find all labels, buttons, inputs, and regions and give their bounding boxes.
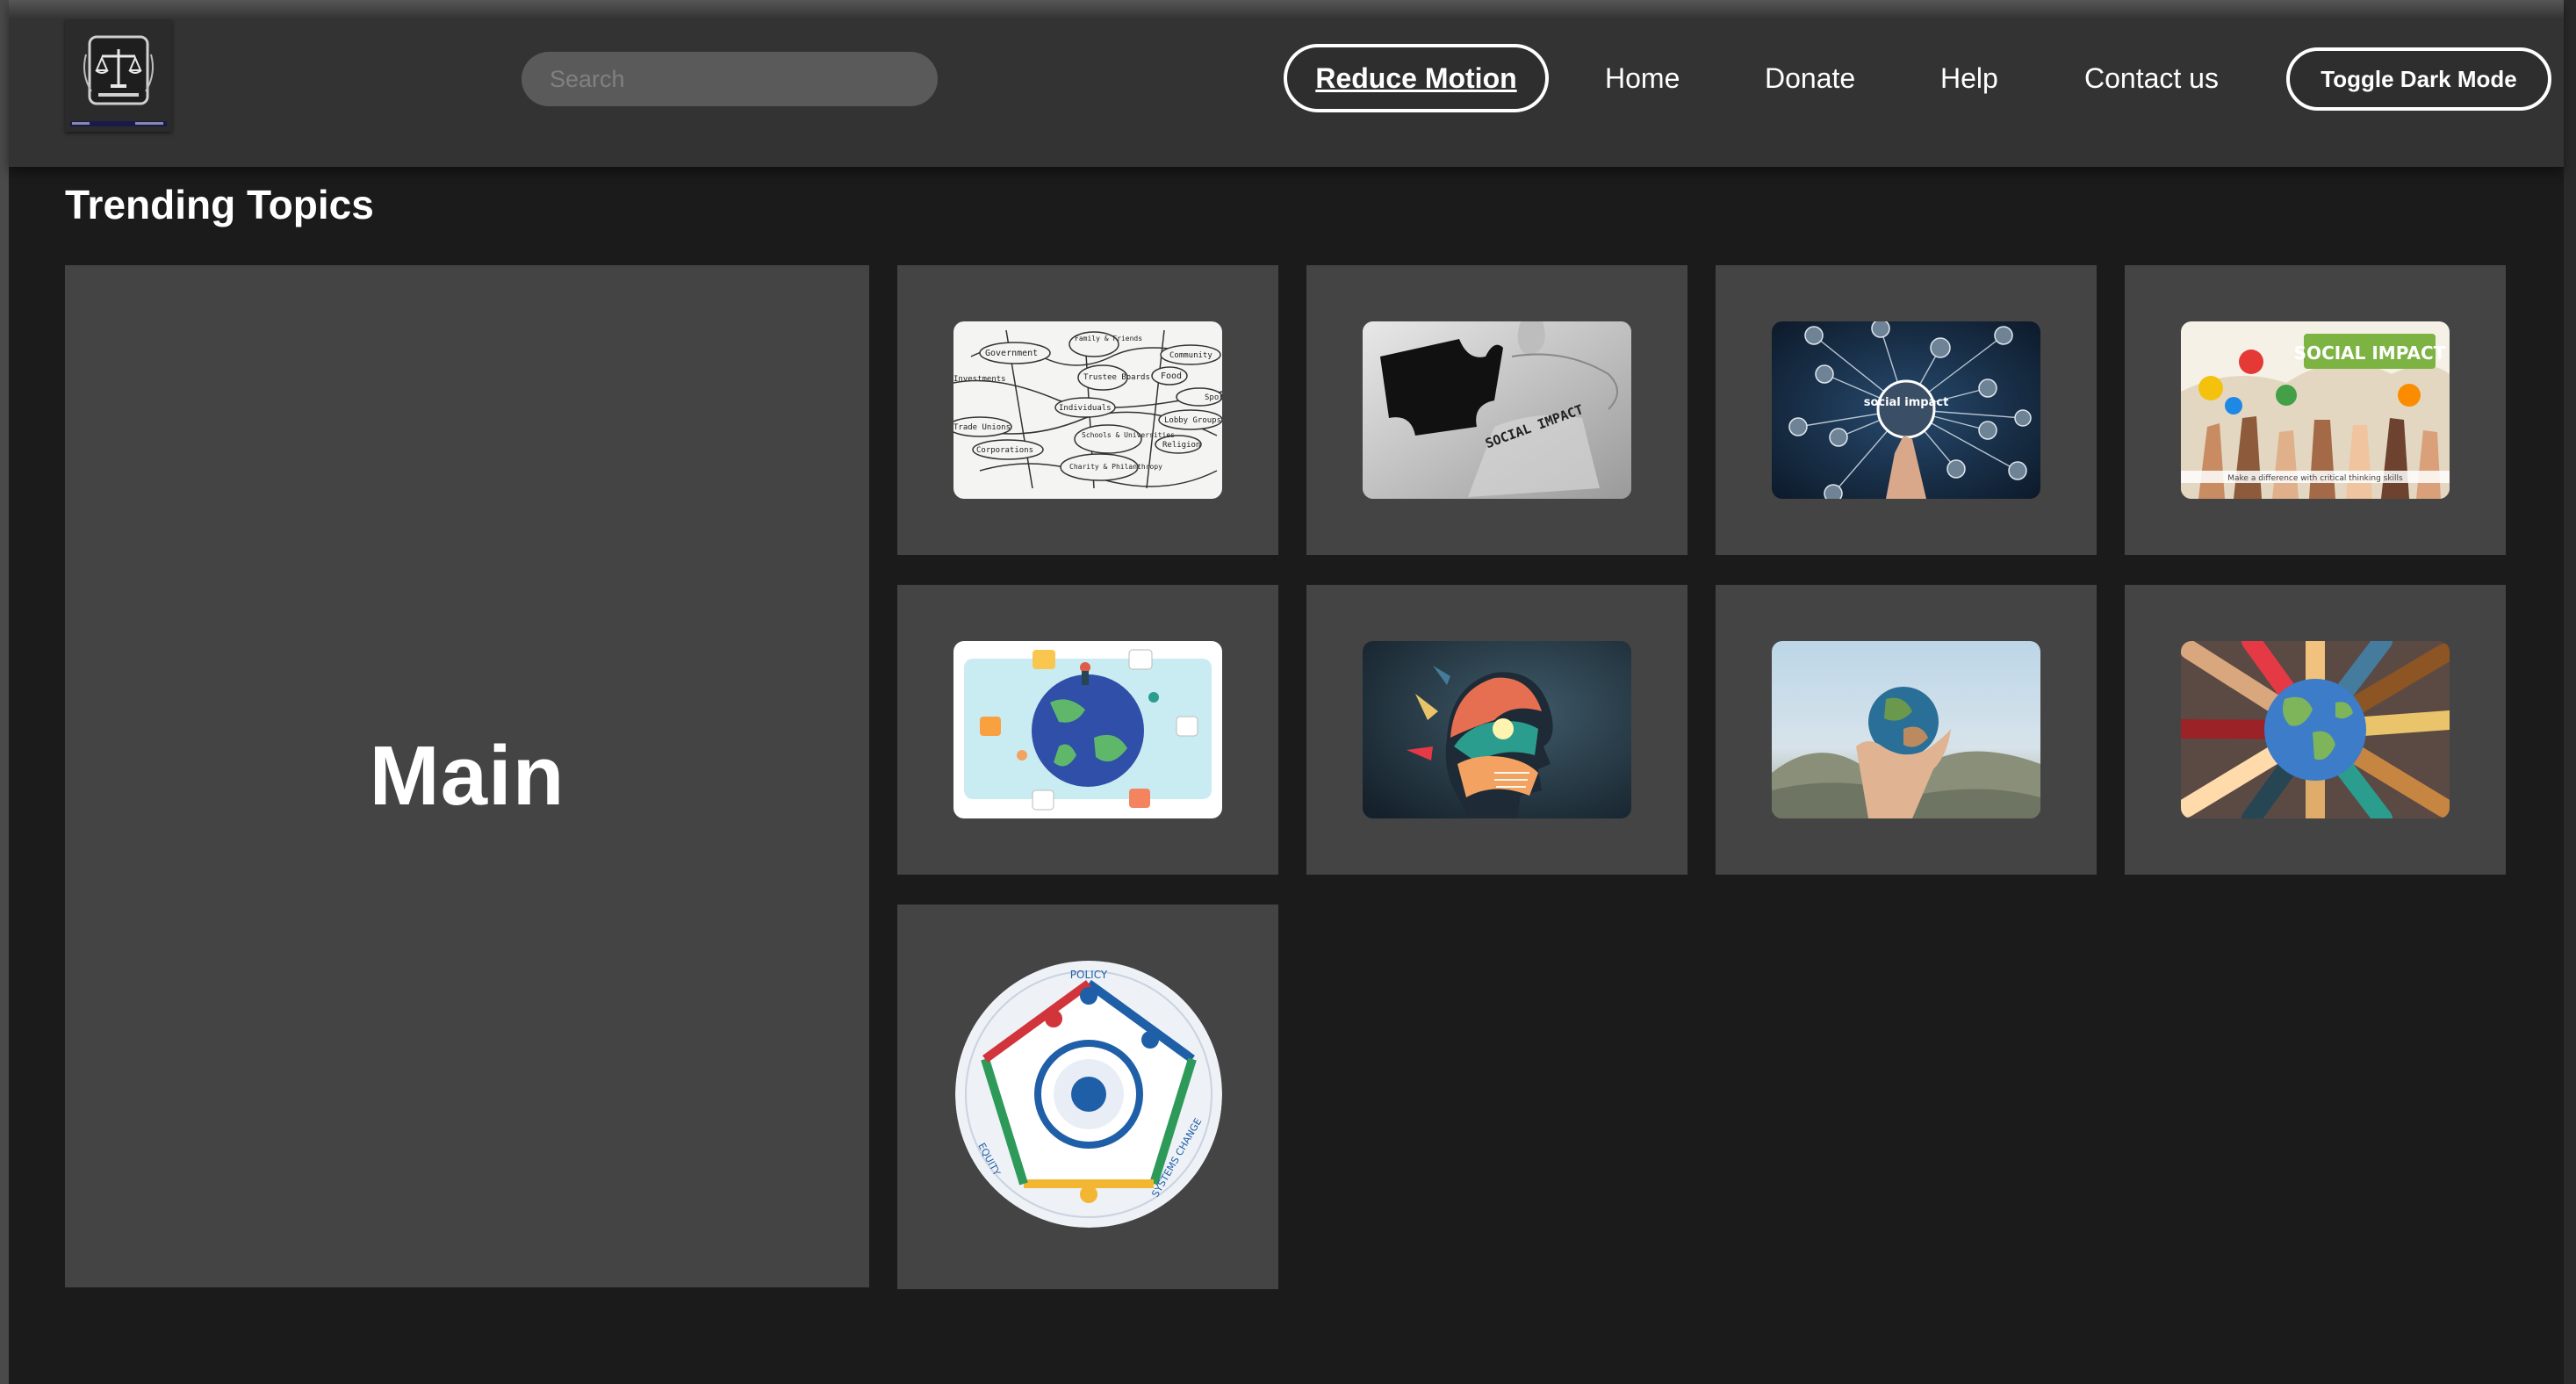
nav-link-contact-us[interactable]: Contact us — [2084, 58, 2219, 98]
window-right-edge — [2564, 0, 2576, 1384]
svg-text:Investments: Investments — [953, 375, 1006, 384]
page: Reduce Motion Home Donate Help Contact u… — [0, 0, 2576, 1384]
site-logo[interactable] — [65, 19, 172, 132]
hand-holding-earth-image — [1772, 641, 2040, 818]
main-label: Main — [369, 729, 565, 823]
svg-text:Family & Friends: Family & Friends — [1075, 335, 1142, 342]
reduce-motion-button[interactable]: Reduce Motion — [1284, 44, 1549, 112]
policy-wheel-image: POLICY EQUITY SYSTEMS CHANGE — [955, 961, 1222, 1228]
main-panel[interactable]: Main — [65, 265, 869, 1287]
svg-text:Charity & Philanthropy: Charity & Philanthropy — [1069, 463, 1162, 471]
nav-link-home[interactable]: Home — [1605, 58, 1680, 98]
window-left-edge — [0, 0, 9, 1384]
topic-tile-mind-map[interactable]: Government Family & Friends Community Tr… — [897, 265, 1278, 555]
topic-tile-social-network[interactable]: social impact — [1716, 265, 2097, 555]
site-header: Reduce Motion Home Donate Help Contact u… — [9, 0, 2564, 167]
svg-text:Trustee Boards: Trustee Boards — [1083, 373, 1150, 382]
topic-tile-hands-banner[interactable]: SOCIAL IMPACT Make a difference with cri… — [2125, 265, 2506, 555]
svg-text:Sport: Sport — [1205, 393, 1222, 402]
svg-text:Food: Food — [1161, 371, 1182, 381]
search-input[interactable] — [522, 52, 938, 106]
nav-link-donate[interactable]: Donate — [1765, 58, 1855, 98]
social-impact-network-image: social impact — [1772, 321, 2040, 499]
svg-text:Individuals: Individuals — [1059, 404, 1112, 413]
svg-text:Lobby Groups: Lobby Groups — [1164, 416, 1221, 425]
topic-tile-colorful-head[interactable] — [1306, 585, 1687, 875]
topic-tile-hands-globe[interactable] — [2125, 585, 2506, 875]
mind-map-image: Government Family & Friends Community Tr… — [953, 321, 1222, 499]
hands-around-globe-image — [2181, 641, 2450, 818]
svg-text:Community: Community — [1169, 351, 1212, 360]
social-impact-hands-image: SOCIAL IMPACT Make a difference with cri… — [2181, 321, 2450, 499]
svg-text:SOCIAL IMPACT: SOCIAL IMPACT — [2294, 342, 2446, 364]
svg-text:Schools & Universities: Schools & Universities — [1082, 431, 1175, 439]
nav-link-help[interactable]: Help — [1940, 58, 1998, 98]
svg-text:Religion: Religion — [1162, 441, 1200, 450]
toggle-dark-mode-button[interactable]: Toggle Dark Mode — [2286, 47, 2551, 111]
topic-tile-globe-illustration[interactable] — [897, 585, 1278, 875]
topic-tile-hand-earth[interactable] — [1716, 585, 2097, 875]
scales-of-justice-icon — [65, 19, 172, 132]
svg-text:Trade Unions: Trade Unions — [953, 423, 1011, 432]
svg-text:POLICY: POLICY — [1070, 969, 1108, 981]
topic-tile-puzzle[interactable]: SOCIAL IMPACT — [1306, 265, 1687, 555]
svg-text:Government: Government — [985, 349, 1038, 358]
svg-text:Corporations: Corporations — [976, 446, 1033, 455]
puzzle-image: SOCIAL IMPACT — [1363, 321, 1631, 499]
colorful-head-image — [1363, 641, 1631, 818]
globe-people-image — [953, 641, 1222, 818]
header-shade — [9, 0, 2564, 19]
svg-text:Make a difference with critica: Make a difference with critical thinking… — [2227, 474, 2403, 483]
topic-tile-policy-wheel[interactable]: POLICY EQUITY SYSTEMS CHANGE — [897, 905, 1278, 1289]
svg-text:social impact: social impact — [1864, 396, 1949, 409]
section-title: Trending Topics — [65, 182, 374, 227]
